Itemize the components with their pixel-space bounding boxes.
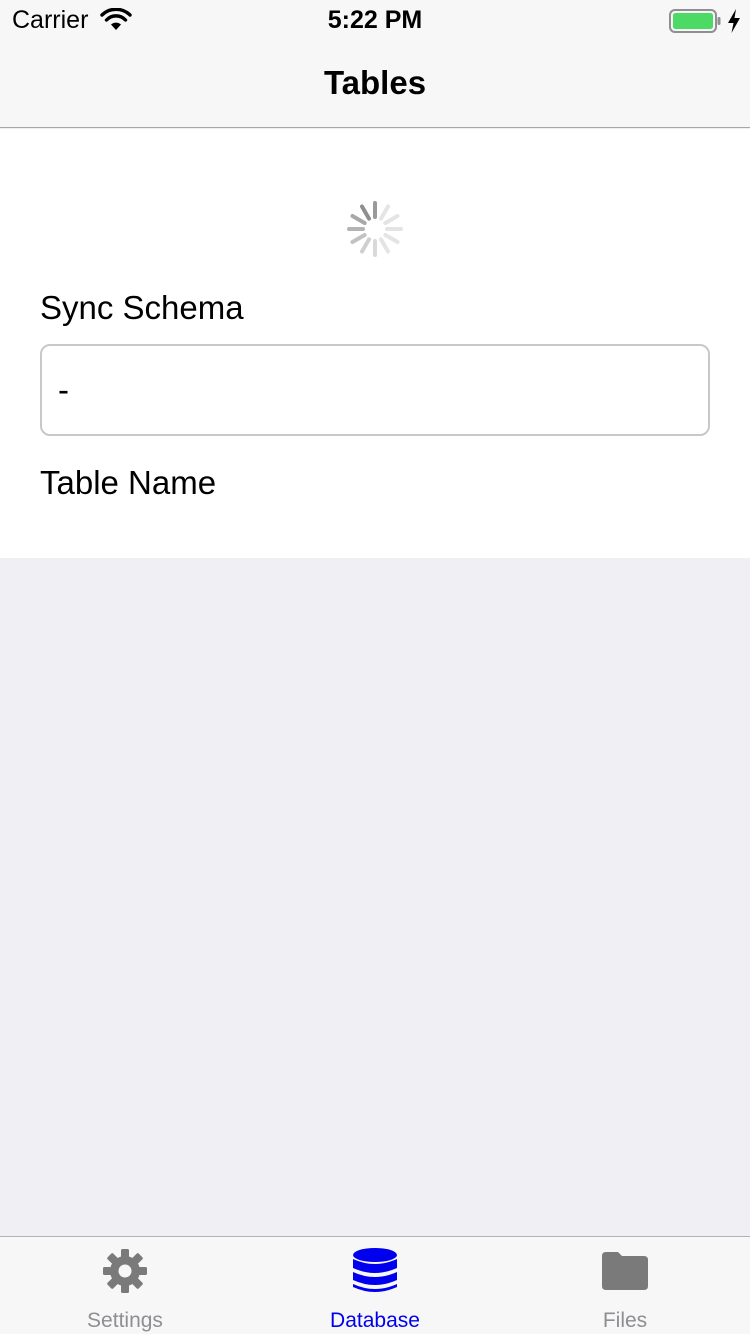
tab-bar: Settings Database Files — [0, 1236, 750, 1334]
navigation-header: Carrier 5:22 PM Tables — [0, 0, 750, 128]
sync-schema-field[interactable] — [40, 344, 710, 436]
tab-database-label: Database — [330, 1309, 420, 1332]
database-icon — [353, 1248, 397, 1292]
clock: 5:22 PM — [327, 6, 423, 34]
gear-icon — [103, 1249, 147, 1293]
tab-settings[interactable]: Settings — [0, 1237, 250, 1334]
charging-bolt-icon — [728, 9, 740, 33]
tab-settings-label: Settings — [87, 1309, 163, 1332]
page-title: Tables — [323, 64, 427, 101]
status-bar: Carrier 5:22 PM — [0, 0, 750, 40]
folder-icon — [602, 1252, 648, 1290]
screen: Carrier 5:22 PM Tables Sync Schema - Tab… — [0, 0, 750, 1334]
loading-spinner-icon — [347, 201, 403, 257]
sync-schema-label: Sync Schema — [40, 289, 244, 326]
tab-files-label: Files — [602, 1309, 648, 1332]
tab-files[interactable]: Files — [500, 1237, 750, 1334]
battery-icon — [669, 9, 721, 33]
table-name-label: Table Name — [40, 464, 217, 501]
tables-form: Sync Schema Table Name — [0, 129, 750, 558]
tab-database[interactable]: Database — [250, 1237, 500, 1334]
